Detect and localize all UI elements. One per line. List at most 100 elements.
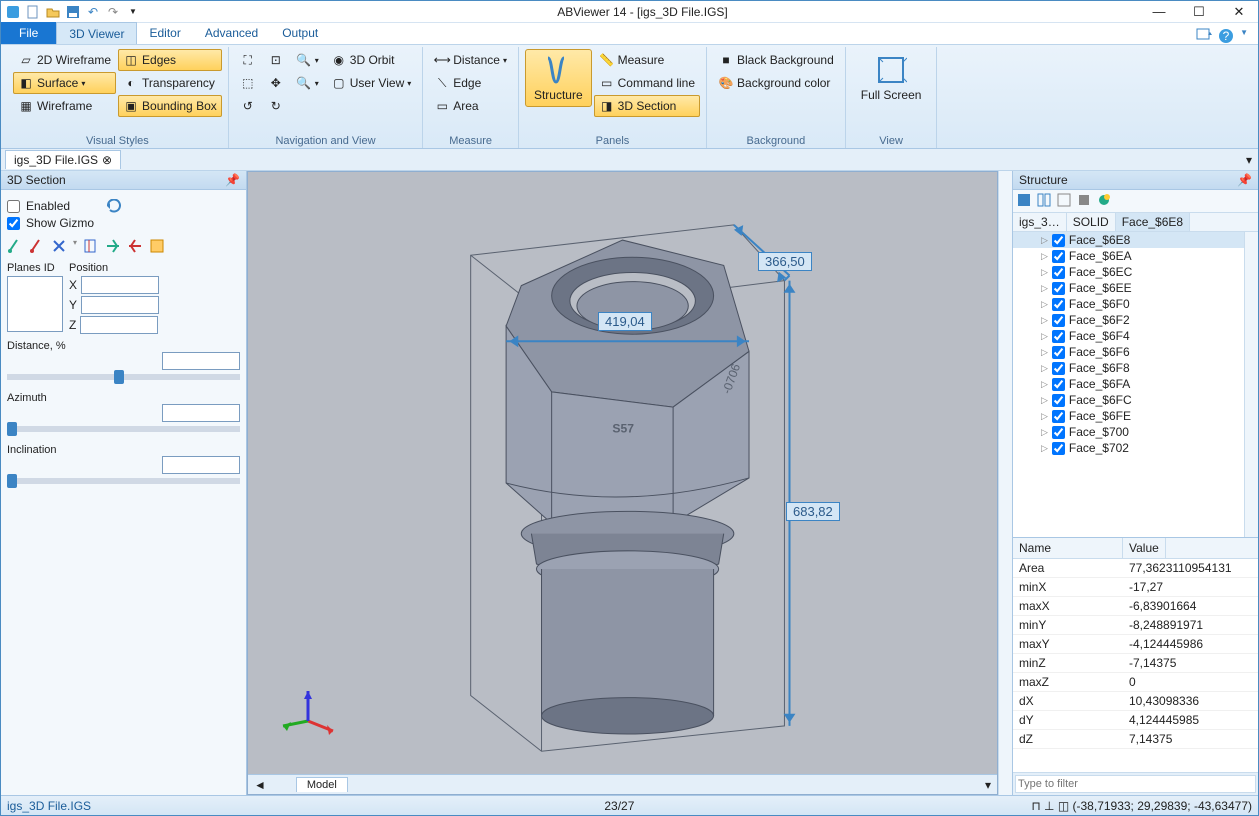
tree-node[interactable]: ▷Face_$6E8 [1013,232,1244,248]
save-icon[interactable] [65,4,81,20]
plane-tool-3[interactable] [51,238,67,254]
undo-icon[interactable]: ↶ [85,4,101,20]
nav-btn-6[interactable]: ↻ [263,95,289,117]
transparency-button[interactable]: ◐Transparency [118,72,222,94]
distance-input[interactable] [162,352,240,370]
viewport-scrollbar-v[interactable] [998,171,1012,795]
edges-button[interactable]: ◫Edges [118,49,222,71]
reset-icon[interactable] [106,199,124,213]
fullscreen-button[interactable]: Full Screen [852,49,931,107]
plane-tool-7[interactable] [149,238,165,254]
area-button[interactable]: ▭Area [429,95,512,117]
tree-tool-2[interactable] [1037,193,1053,209]
inclination-slider[interactable] [7,478,240,484]
nav-btn-1[interactable]: ⛶ [235,49,261,71]
close-button[interactable]: ✕ [1224,4,1254,20]
tree-node[interactable]: ▷Face_$6FE [1013,408,1244,424]
3d-viewport[interactable]: S57 -0706 366,50 419,04 683,82 [247,171,998,795]
tab-output[interactable]: Output [270,22,330,44]
plane-tool-5[interactable] [105,238,121,254]
pin-icon[interactable]: 📌 [225,173,240,187]
crumb-2[interactable]: Face_$6E8 [1116,213,1190,231]
structure-tree[interactable]: ▷Face_$6E8▷Face_$6EA▷Face_$6EC▷Face_$6EE… [1013,232,1244,537]
command-line-button[interactable]: ▭Command line [594,72,700,94]
gizmo-checkbox[interactable] [7,217,20,230]
close-tab-icon[interactable]: ⊗ [102,153,112,167]
z-input[interactable] [80,316,158,334]
distance-button[interactable]: ⟷Distance ▾ [429,49,512,71]
axis-gizmo[interactable] [278,686,338,746]
snap-icon-2[interactable]: ⊥ [1044,799,1054,813]
tree-tool-4[interactable] [1077,193,1093,209]
surface-button[interactable]: ◧Surface ▾ [13,72,116,94]
plane-tool-4[interactable] [83,238,99,254]
user-view-button[interactable]: ▢User View ▾ [326,72,416,94]
tree-node[interactable]: ▷Face_$6F8 [1013,360,1244,376]
tab-editor[interactable]: Editor [137,22,192,44]
style-dropdown-icon[interactable] [1196,28,1212,44]
y-input[interactable] [81,296,159,314]
file-tab[interactable]: File [1,22,56,44]
wireframe-button[interactable]: ▦Wireframe [13,95,116,117]
tree-node[interactable]: ▷Face_$6F0 [1013,296,1244,312]
inclination-input[interactable] [162,456,240,474]
document-tab[interactable]: igs_3D File.IGS⊗ [5,150,121,169]
crumb-1[interactable]: SOLID [1067,213,1116,231]
tree-node[interactable]: ▷Face_$6F2 [1013,312,1244,328]
viewport-dropdown[interactable]: ▾ [985,778,997,792]
minimize-button[interactable]: — [1144,4,1174,20]
azimuth-slider[interactable] [7,426,240,432]
tab-scroll-left[interactable]: ◄ [248,778,272,792]
qat-dropdown-icon[interactable]: ▼ [125,4,141,20]
plane-tool-1[interactable] [7,238,23,254]
tree-node[interactable]: ▷Face_$700 [1013,424,1244,440]
nav-btn-2[interactable]: ⬚ [235,72,261,94]
measure-panel-button[interactable]: 📏Measure [594,49,700,71]
plane-tool-2[interactable] [29,238,45,254]
tabs-dropdown-icon[interactable]: ▾ [1246,153,1258,167]
redo-icon[interactable]: ↷ [105,4,121,20]
distance-slider[interactable] [7,374,240,380]
structure-button[interactable]: Structure [525,49,592,107]
enabled-checkbox[interactable] [7,200,20,213]
snap-icon-1[interactable]: ⊓ [1031,799,1040,813]
open-icon[interactable] [45,4,61,20]
pin-icon-2[interactable]: 📌 [1237,173,1252,187]
x-input[interactable] [81,276,159,294]
tree-node[interactable]: ▷Face_$702 [1013,440,1244,456]
crumb-0[interactable]: igs_3… [1013,213,1067,231]
tree-tool-3[interactable] [1057,193,1073,209]
edge-button[interactable]: ⟍Edge [429,72,512,94]
bounding-box-button[interactable]: ▣Bounding Box [118,95,222,117]
help-icon[interactable]: ? [1218,28,1234,44]
filter-input[interactable] [1015,775,1256,793]
nav-btn-4[interactable]: ⊡ [263,49,289,71]
planes-list[interactable] [7,276,63,332]
2d-wireframe-button[interactable]: ▱2D Wireframe [13,49,116,71]
bg-color-button[interactable]: 🎨Background color [713,72,839,94]
tree-node[interactable]: ▷Face_$6FA [1013,376,1244,392]
tree-node[interactable]: ▷Face_$6EA [1013,248,1244,264]
nav-btn-5[interactable]: ✥ [263,72,289,94]
tree-node[interactable]: ▷Face_$6EE [1013,280,1244,296]
3d-orbit-button[interactable]: ◉3D Orbit [326,49,416,71]
tree-tool-5[interactable] [1097,193,1113,209]
nav-btn-3[interactable]: ↺ [235,95,261,117]
tree-node[interactable]: ▷Face_$6FC [1013,392,1244,408]
tab-advanced[interactable]: Advanced [193,22,270,44]
tree-node[interactable]: ▷Face_$6F6 [1013,344,1244,360]
plane-tool-6[interactable] [127,238,143,254]
help-dropdown-icon[interactable]: ▼ [1240,28,1248,44]
tab-3d-viewer[interactable]: 3D Viewer [56,22,137,44]
black-bg-button[interactable]: ■Black Background [713,49,839,71]
zoom-dropdown-2[interactable]: 🔍▾ [291,72,324,94]
tree-scrollbar[interactable] [1244,232,1258,537]
model-tab[interactable]: Model [296,777,348,792]
tree-tool-1[interactable] [1017,193,1033,209]
tree-node[interactable]: ▷Face_$6EC [1013,264,1244,280]
azimuth-input[interactable] [162,404,240,422]
snap-icon-3[interactable]: ◫ [1058,799,1069,813]
zoom-dropdown[interactable]: 🔍▾ [291,49,324,71]
new-icon[interactable] [25,4,41,20]
tree-node[interactable]: ▷Face_$6F4 [1013,328,1244,344]
